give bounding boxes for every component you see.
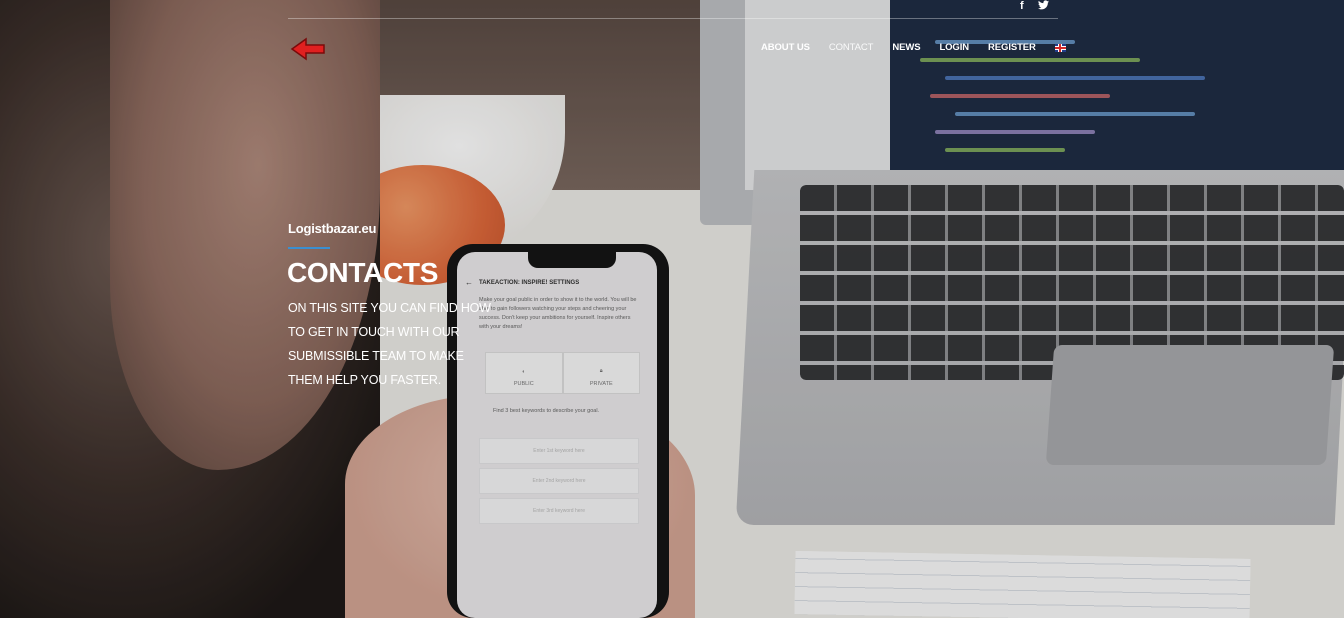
main-nav: ABOUT US CONTACT NEWS LOGIN REGISTER [761,42,1066,53]
title-accent-line [288,247,330,249]
nav-about-us[interactable]: ABOUT US [761,42,810,53]
page-title: CONTACTS [287,257,439,288]
social-links: f [1020,0,1049,13]
page-description: ON THIS SITE YOU CAN FIND HOW TO GET IN … [288,301,491,387]
header-divider [288,18,1058,19]
facebook-icon[interactable]: f [1020,0,1024,13]
nav-register[interactable]: REGISTER [988,42,1036,53]
nav-news[interactable]: NEWS [892,42,920,53]
hero-dark-overlay [0,0,1344,618]
nav-login[interactable]: LOGIN [939,42,969,53]
uk-flag-icon[interactable] [1054,43,1066,52]
twitter-icon[interactable] [1037,0,1049,13]
back-arrow-logo-icon[interactable] [290,37,326,61]
hero-background-photo: ← TAKEACTION: INSPIRE! SETTINGS Make you… [0,0,1344,618]
nav-contact[interactable]: CONTACT [829,42,874,53]
site-name: Logistbazar.eu [288,221,377,236]
